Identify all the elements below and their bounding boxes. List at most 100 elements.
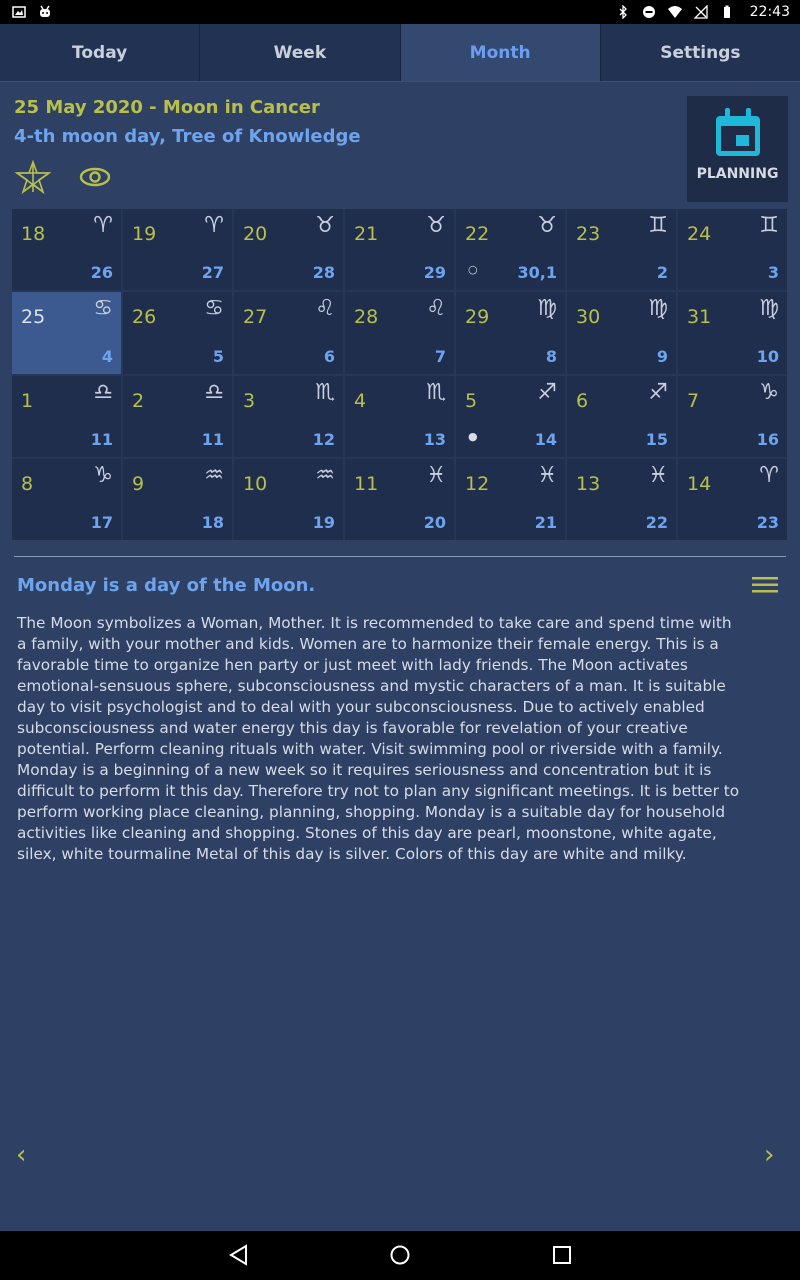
zodiac-sign-icon: ♈ [93, 213, 113, 238]
lunar-day: 11 [90, 429, 113, 449]
calendar-day-cell[interactable]: 9 ♒ 18 [123, 458, 232, 540]
day-number: 13 [576, 472, 601, 495]
day-number: 19 [132, 223, 157, 245]
battery-icon [723, 5, 730, 18]
day-number: 9 [132, 472, 145, 495]
calendar-day-cell[interactable]: 8 ♑ 17 [12, 458, 121, 540]
calendar-day-cell[interactable]: 25 ♋ 4 [12, 292, 121, 374]
calendar-day-cell[interactable]: 1 ♎ 11 [12, 375, 121, 457]
calendar-day-cell[interactable]: 7 ♑ 16 [678, 375, 787, 457]
calendar-day-cell[interactable]: 28 ♌ 7 [345, 292, 454, 374]
zodiac-sign-icon: ♊ [648, 213, 668, 238]
lunar-day: 22 [645, 513, 668, 532]
month-calendar: 18 ♈ 26 19 ♈ 27 20 ♉ 28 21 ♉ 29 22 ♉ ○ 30,1 23 ♊ 2 24 ♊ 3 25 ♋ 4… [12, 209, 787, 540]
calendar-day-cell[interactable]: 21 ♉ 29 [345, 209, 454, 291]
day-number: 30 [576, 306, 601, 329]
calendar-day-cell[interactable]: 26 ♋ 5 [123, 292, 232, 374]
tab-month[interactable]: Month [400, 24, 601, 81]
calendar-day-cell[interactable]: 24 ♊ 3 [678, 209, 787, 291]
day-number: 26 [132, 306, 157, 329]
lunar-day: 14 [534, 429, 557, 449]
calendar-day-cell[interactable]: 11 ♓ 20 [345, 458, 454, 540]
planning-button[interactable]: PLANNING [687, 96, 788, 202]
calendar-day-cell[interactable]: 22 ♉ ○ 30,1 [456, 209, 565, 291]
date-header: 25 May 2020 - Moon in Cancer 4-th moon d… [14, 94, 361, 194]
calendar-day-cell[interactable]: 4 ♏ 13 [345, 375, 454, 457]
previous-month-button[interactable]: ‹ [16, 1140, 26, 1170]
tab-week[interactable]: Week [200, 24, 401, 81]
day-number: 20 [243, 223, 268, 245]
zodiac-sign-icon: ♒ [204, 462, 224, 488]
calendar-day-cell[interactable]: 13 ♓ 22 [567, 458, 676, 540]
calendar-day-cell[interactable]: 6 ♐ 15 [567, 375, 676, 457]
lunar-day: 8 [545, 346, 557, 366]
home-icon[interactable] [389, 1244, 411, 1266]
planning-label: PLANNING [696, 166, 779, 182]
zodiac-sign-icon: ♋ [204, 296, 224, 322]
lunar-day: 5 [212, 346, 224, 366]
zodiac-sign-icon: ♓ [537, 462, 557, 488]
calendar-day-cell[interactable]: 12 ♓ 21 [456, 458, 565, 540]
lunar-day: 4 [101, 346, 113, 366]
menu-icon[interactable] [752, 575, 778, 595]
calendar-day-cell[interactable]: 23 ♊ 2 [567, 209, 676, 291]
calendar-day-cell[interactable]: 14 ♈ 23 [678, 458, 787, 540]
lunar-day: 7 [434, 346, 446, 366]
moon-phase-icon: ● [468, 429, 478, 443]
lunar-day: 6 [323, 346, 335, 366]
android-icon [40, 5, 50, 17]
lunar-day: 15 [645, 429, 668, 449]
zodiac-sign-icon: ♌ [315, 296, 335, 322]
lunar-day: 29 [423, 263, 446, 283]
lunar-day: 18 [201, 513, 224, 532]
day-number: 24 [687, 223, 712, 245]
day-number: 4 [354, 389, 367, 412]
do-not-disturb-icon [642, 6, 655, 18]
day-number: 3 [243, 389, 256, 412]
zodiac-sign-icon: ♉ [537, 213, 557, 238]
lunar-day: 3 [767, 263, 779, 283]
zodiac-sign-icon: ♊ [759, 213, 779, 238]
image-icon [12, 6, 26, 18]
zodiac-sign-icon: ♉ [315, 213, 335, 238]
day-number: 27 [243, 306, 268, 329]
lunar-day: 16 [756, 429, 779, 449]
recents-icon[interactable] [551, 1244, 573, 1266]
lunar-day: 11 [201, 429, 224, 449]
calendar-icon [715, 108, 760, 156]
day-number: 29 [465, 306, 490, 329]
zodiac-sign-icon: ♓ [426, 462, 446, 488]
zodiac-sign-icon: ♍ [648, 296, 668, 322]
tab-settings[interactable]: Settings [600, 24, 800, 81]
calendar-day-cell[interactable]: 2 ♎ 11 [123, 375, 232, 457]
calendar-day-cell[interactable]: 20 ♉ 28 [234, 209, 343, 291]
calendar-day-cell[interactable]: 18 ♈ 26 [12, 209, 121, 291]
system-nav-bar [0, 1231, 800, 1280]
calendar-day-cell[interactable]: 30 ♍ 9 [567, 292, 676, 374]
wifi-icon [667, 6, 682, 18]
calendar-day-cell[interactable]: 10 ♒ 19 [234, 458, 343, 540]
day-number: 6 [576, 389, 589, 412]
calendar-day-cell[interactable]: 5 ♐ ● 14 [456, 375, 565, 457]
lunar-day: 12 [312, 429, 335, 449]
zodiac-sign-icon: ♋ [93, 296, 113, 322]
lunar-day: 23 [756, 513, 779, 532]
day-description-title: Monday is a day of the Moon. [17, 575, 316, 596]
day-number: 5 [465, 389, 478, 412]
star-icon[interactable] [14, 160, 52, 194]
day-number: 7 [687, 389, 700, 412]
day-number: 25 [21, 306, 46, 329]
eye-icon[interactable] [78, 160, 112, 194]
next-month-button[interactable]: › [764, 1140, 774, 1170]
day-number: 22 [465, 223, 490, 245]
zodiac-sign-icon: ♓ [648, 462, 668, 488]
calendar-day-cell[interactable]: 27 ♌ 6 [234, 292, 343, 374]
back-icon[interactable] [228, 1244, 250, 1266]
calendar-day-cell[interactable]: 29 ♍ 8 [456, 292, 565, 374]
day-number: 21 [354, 223, 379, 245]
day-number: 31 [687, 306, 712, 329]
calendar-day-cell[interactable]: 19 ♈ 27 [123, 209, 232, 291]
tab-today[interactable]: Today [0, 24, 201, 81]
calendar-day-cell[interactable]: 3 ♏ 12 [234, 375, 343, 457]
calendar-day-cell[interactable]: 31 ♍ 10 [678, 292, 787, 374]
